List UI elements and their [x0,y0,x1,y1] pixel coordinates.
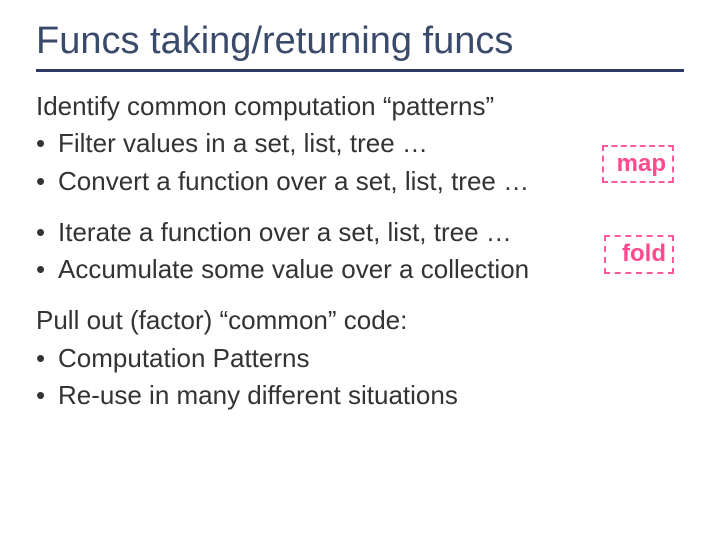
slide-title: Funcs taking/returning funcs [36,20,684,63]
bullet-patterns: • Computation Patterns [36,342,684,375]
bullet-dot-icon: • [36,165,58,198]
row-accumulate: fold • Accumulate some value over a coll… [36,253,684,286]
spacer [36,202,684,216]
bullet-filter: • Filter values in a set, list, tree … [36,127,684,160]
bullet-dot-icon: • [36,127,58,160]
bullet-dot-icon: • [36,216,58,249]
bullet-text: Accumulate some value over a collection [58,253,684,286]
bullet-text: Computation Patterns [58,342,684,375]
slide: Funcs taking/returning funcs Identify co… [0,0,720,540]
bullet-dot-icon: • [36,342,58,375]
annotation-fold: fold [604,235,674,274]
bullet-reuse: • Re-use in many different situations [36,379,684,412]
bullet-iterate: • Iterate a function over a set, list, t… [36,216,684,249]
bullet-text: Re-use in many different situations [58,379,684,412]
bullet-dot-icon: • [36,379,58,412]
row-convert: map • Convert a function over a set, lis… [36,165,684,198]
bullet-text: Iterate a function over a set, list, tre… [58,216,684,249]
slide-body: Identify common computation “patterns” •… [36,90,684,412]
bullet-dot-icon: • [36,253,58,286]
title-underline [36,69,684,72]
bullet-text: Convert a function over a set, list, tre… [58,165,684,198]
outro-text: Pull out (factor) “common” code: [36,304,684,337]
intro-text: Identify common computation “patterns” [36,90,684,123]
annotation-map: map [602,145,674,184]
bullet-convert: • Convert a function over a set, list, t… [36,165,684,198]
bullet-accumulate: • Accumulate some value over a collectio… [36,253,684,286]
bullet-text: Filter values in a set, list, tree … [58,127,684,160]
spacer [36,290,684,304]
